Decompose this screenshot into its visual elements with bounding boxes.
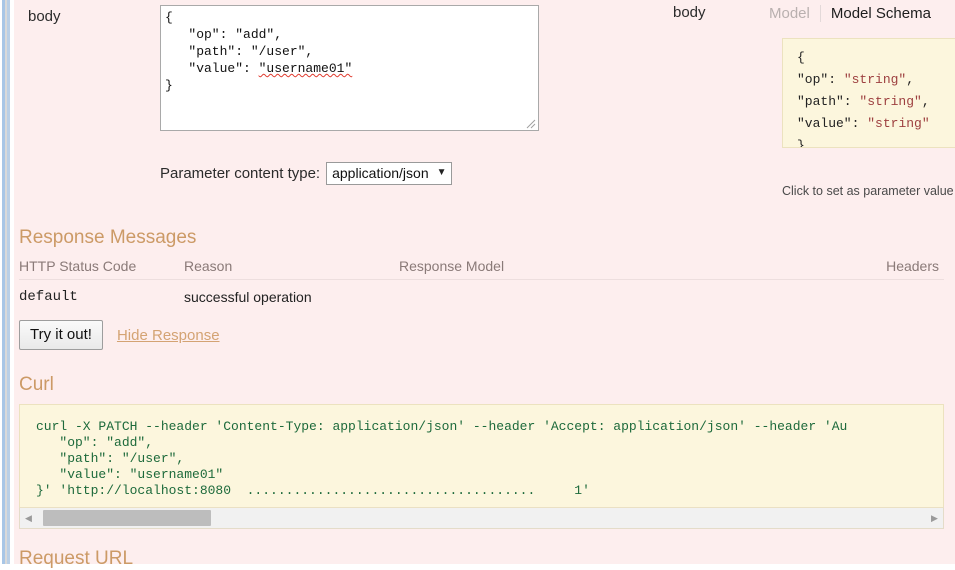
schema-line-op-key: "op": <box>797 72 836 87</box>
body-parameter-textarea[interactable]: { "op": "add", "path": "/user", "value":… <box>160 5 539 131</box>
parameter-content-type-label: Parameter content type: <box>160 165 320 182</box>
body-parameter-label-secondary: body <box>673 4 706 21</box>
chevron-down-icon: ▼ <box>437 168 447 178</box>
cell-reason: successful operation <box>184 280 399 310</box>
schema-line-path-comma: , <box>922 94 930 109</box>
column-header-status-code: HTTP Status Code <box>19 258 184 280</box>
scroll-right-arrow-icon[interactable]: ▶ <box>926 508 943 528</box>
curl-line-1: curl -X PATCH --header 'Content-Type: ap… <box>36 419 847 434</box>
body-parameter-textarea-value-tail: } <box>165 78 173 93</box>
operation-content: body body { "op": "add", "path": "/user"… <box>14 0 955 564</box>
schema-close-brace: } <box>797 138 805 148</box>
table-header-row: HTTP Status Code Reason Response Model H… <box>19 258 944 280</box>
model-tabs: Model Model Schema <box>769 5 931 22</box>
curl-line-3: "path": "/user", <box>36 451 184 466</box>
scroll-left-arrow-icon[interactable]: ◀ <box>20 508 37 528</box>
curl-command-text: curl -X PATCH --header 'Content-Type: ap… <box>36 419 847 499</box>
curl-title: Curl <box>19 374 54 396</box>
schema-line-path-value: "string" <box>859 94 921 109</box>
response-messages-title: Response Messages <box>19 227 196 249</box>
column-header-response-model: Response Model <box>399 258 854 280</box>
parameter-content-type-value: application/json <box>332 164 429 182</box>
schema-line-value-key: "value": <box>797 116 859 131</box>
curl-line-5: }' 'http://localhost:8080 ..............… <box>36 483 590 498</box>
response-messages-table: HTTP Status Code Reason Response Model H… <box>19 258 944 309</box>
parameter-content-type-select[interactable]: application/json ▼ <box>326 162 451 185</box>
parameter-content-type-row: Parameter content type: application/json… <box>160 162 452 185</box>
schema-line-path-key: "path": <box>797 94 852 109</box>
column-header-headers: Headers <box>854 258 944 280</box>
try-it-out-button[interactable]: Try it out! <box>19 320 103 350</box>
operation-actions: Try it out! Hide Response <box>19 320 220 350</box>
tab-model-schema[interactable]: Model Schema <box>821 5 931 22</box>
schema-open-brace: { <box>797 50 805 65</box>
hide-response-link[interactable]: Hide Response <box>117 327 220 344</box>
body-parameter-label: body <box>28 8 61 25</box>
request-url-title: Request URL <box>19 548 133 570</box>
cell-headers <box>854 280 944 310</box>
table-row: default successful operation <box>19 280 944 310</box>
schema-line-value-value: "string" <box>867 116 929 131</box>
schema-line-op-comma: , <box>906 72 914 87</box>
tab-model[interactable]: Model <box>769 5 821 22</box>
column-header-reason: Reason <box>184 258 399 280</box>
swagger-operation-panel: body body { "op": "add", "path": "/user"… <box>0 0 955 564</box>
schema-click-hint[interactable]: Click to set as parameter value <box>782 184 954 198</box>
curl-line-2: "op": "add", <box>36 435 153 450</box>
below-curl-spacer <box>19 530 944 564</box>
resize-grip-icon[interactable] <box>524 117 536 129</box>
schema-line-op-value: "string" <box>844 72 906 87</box>
cell-status-code: default <box>19 280 184 310</box>
curl-output-box[interactable]: curl -X PATCH --header 'Content-Type: ap… <box>19 404 944 507</box>
curl-horizontal-scrollbar[interactable]: ◀ ▶ <box>19 507 944 529</box>
curl-line-4: "value": "username01" <box>36 467 223 482</box>
scrollbar-thumb[interactable] <box>43 510 211 526</box>
model-schema-box[interactable]: { "op": "string", "path": "string", "val… <box>782 38 955 148</box>
scrollbar-track[interactable] <box>37 508 926 528</box>
cell-response-model <box>399 280 854 310</box>
body-parameter-textarea-value-misspelled: "username01" <box>259 61 353 76</box>
